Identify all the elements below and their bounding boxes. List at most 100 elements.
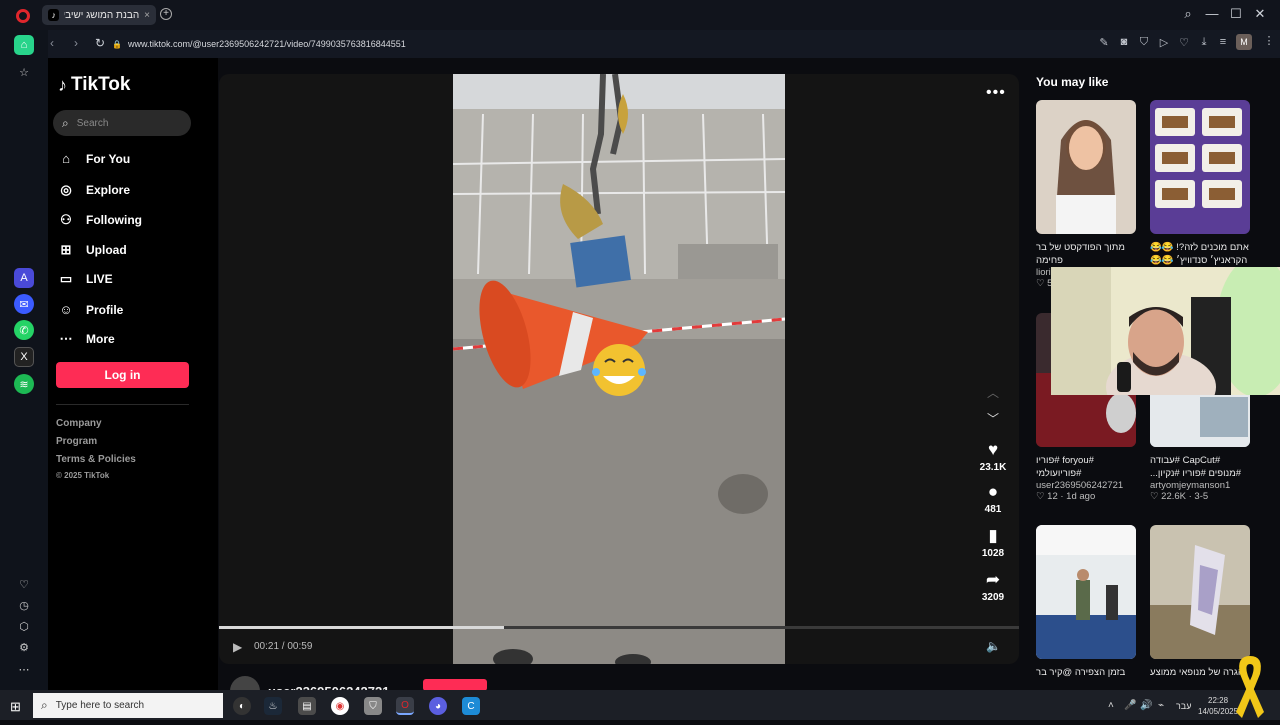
footer-terms-link[interactable]: Terms & Policies [56, 454, 136, 465]
download-icon[interactable]: ⤓ [1197, 36, 1211, 49]
tab-close-icon[interactable]: × [144, 10, 150, 21]
nav-label: For You [86, 151, 131, 166]
tiktok-logo-text: TikTok [71, 74, 131, 95]
rec-thumbnail[interactable] [1036, 525, 1136, 659]
tiktok-note-icon: ♪ [58, 74, 67, 95]
spotify-icon[interactable]: ≋ [14, 374, 34, 394]
forward-icon[interactable]: › [74, 36, 78, 50]
nav-profile[interactable]: ☺ Profile [58, 302, 123, 317]
rec-caption: #foryou #פוריו #פוריועולמי #דניאל_יונה..… [1036, 455, 1094, 479]
video-more-button[interactable]: ••• [986, 84, 1006, 102]
footer-program-link[interactable]: Program [56, 436, 97, 447]
shield-icon[interactable]: ⛉ [1137, 36, 1151, 49]
discord-icon[interactable]: ◕ [429, 697, 447, 715]
app-icon[interactable]: ⛉ [364, 697, 382, 715]
maximize-icon[interactable]: ☐ [1227, 6, 1245, 22]
like-action[interactable]: ♥ 23.1K [977, 440, 1009, 473]
new-tab-button[interactable]: + [160, 8, 172, 20]
nav-label: Profile [86, 302, 124, 317]
nav-following[interactable]: ⚇ Following [58, 212, 142, 228]
play-icon[interactable]: ▷ [1157, 36, 1171, 49]
bookmark-action[interactable]: ▮ 1028 [977, 526, 1009, 559]
nav-label: Explore [86, 183, 131, 197]
sidebar-more-icon[interactable]: ⋯ [14, 659, 34, 679]
close-window-icon[interactable]: ✕ [1251, 6, 1269, 22]
steam-icon[interactable]: ♨ [264, 697, 282, 715]
tray-chevron-icon[interactable]: ˄ [1108, 700, 1114, 711]
language-indicator[interactable]: עבר [1176, 701, 1191, 711]
rec-thumbnail[interactable] [1150, 525, 1250, 659]
whatsapp-icon[interactable]: ✆ [14, 320, 34, 340]
rec-card[interactable]: אתם מוכנים לזה?! 😂😂 הקראניץ׳ סנדוויץ׳ 😂😂… [1150, 100, 1250, 267]
history-icon[interactable]: ◷ [14, 595, 34, 615]
mic-icon[interactable]: 🎤 [1124, 700, 1136, 711]
taskbar-search-input[interactable]: ⌕ Type here to search [33, 693, 223, 718]
messenger-icon[interactable]: ✉ [14, 294, 34, 314]
windows-start-icon[interactable]: ⊞ [10, 699, 21, 715]
speaker-icon[interactable]: 🔊 [1140, 700, 1152, 711]
rec-thumbnail[interactable] [1036, 100, 1136, 234]
opera-taskbar-icon[interactable]: O [396, 697, 414, 715]
video-player[interactable] [453, 74, 785, 664]
nav-explore[interactable]: ◎ Explore [58, 182, 130, 198]
browser-search-icon[interactable]: ⌕ [1179, 6, 1197, 22]
previous-video-icon[interactable]: ︿ [987, 384, 999, 401]
browser-kebab-icon[interactable]: ⋮ [1262, 34, 1276, 47]
profile-icon: ☺ [59, 302, 73, 317]
rec-caption: #CapCut #עבודה #מנופים #פוריו #נקיון... [1150, 455, 1242, 479]
rec-card[interactable]: מתוך הפודקסט של בר פחימה liori ♡ 5 [1036, 100, 1136, 289]
back-icon[interactable]: ‹ [50, 36, 54, 50]
nav-label: LIVE [86, 272, 113, 286]
x-twitter-icon[interactable]: X [14, 347, 34, 367]
minimize-icon[interactable]: — [1203, 6, 1221, 21]
login-button[interactable]: Log in [56, 362, 189, 388]
search-input[interactable]: ⌕ Search [53, 110, 191, 136]
extensions-icon[interactable]: ⬡ [14, 616, 34, 636]
chrome-icon[interactable]: ◉ [331, 697, 349, 715]
network-icon[interactable]: ⌁ [1158, 700, 1164, 711]
camera-icon[interactable]: ◙ [1117, 36, 1131, 48]
play-icon[interactable]: ▶ [233, 640, 242, 654]
capcut-icon[interactable]: C [462, 697, 480, 715]
aria-ai-icon[interactable]: A [14, 268, 34, 288]
nav-label: Following [86, 213, 142, 227]
search-icon: ⌕ [41, 698, 48, 712]
rec-thumbnail[interactable] [1150, 100, 1250, 234]
live-icon: ▭ [59, 271, 73, 286]
aria-icon[interactable]: ⌂ [14, 35, 34, 55]
rec-author[interactable]: artyomjeymanson1 [1150, 480, 1250, 491]
comment-action[interactable]: ● 481 [977, 482, 1009, 515]
profile-avatar[interactable]: M [1236, 34, 1252, 50]
app-icon[interactable]: ◐ [233, 697, 251, 715]
favorites-icon[interactable]: ♡ [14, 574, 34, 594]
edit-icon[interactable]: ✎ [1097, 36, 1111, 49]
nav-for-you[interactable]: ⌂ For You [58, 151, 130, 166]
nav-upload[interactable]: ⊞ Upload [58, 242, 127, 258]
app-icon[interactable]: ▤ [298, 697, 316, 715]
share-action[interactable]: ➦ 3209 [977, 570, 1009, 603]
following-icon: ⚇ [60, 212, 72, 227]
menu-icon[interactable]: ≡ [1216, 36, 1230, 48]
reload-icon[interactable]: ↻ [95, 36, 105, 50]
settings-icon[interactable]: ⚙ [14, 637, 34, 657]
rec-author[interactable]: user2369506242721 [1036, 480, 1136, 491]
url-field[interactable]: 🔒 www.tiktok.com/@user2369506242721/vide… [112, 35, 612, 53]
volume-icon[interactable]: 🔈 [986, 639, 1001, 653]
heart-icon[interactable]: ♡ [1177, 36, 1191, 49]
speed-dial-icon[interactable]: ☆ [14, 62, 34, 82]
taskbar-search-placeholder: Type here to search [55, 700, 145, 711]
opera-logo-icon[interactable] [16, 9, 30, 23]
nav-live[interactable]: ▭ LIVE [58, 271, 113, 287]
browser-tab[interactable]: ♪ הבנת המושג ישיבי בוחר × [42, 5, 156, 25]
footer-copyright: © 2025 TikTok [56, 471, 110, 480]
rec-caption: מתוך הפודקסט של בר פחימה [1036, 242, 1125, 266]
comment-icon: ● [987, 482, 999, 501]
lock-icon: 🔒 [112, 39, 122, 49]
footer-company-link[interactable]: Company [56, 418, 102, 429]
tiktok-logo[interactable]: ♪ TikTok [58, 74, 130, 96]
nav-more[interactable]: ⋯ More [58, 331, 115, 347]
rec-card[interactable]: בזמן הצפירה @קיר בר [1036, 525, 1136, 692]
progress-fill [219, 626, 504, 629]
next-video-icon[interactable]: ﹀ [987, 410, 999, 427]
yellow-ribbon-icon [1232, 652, 1268, 725]
